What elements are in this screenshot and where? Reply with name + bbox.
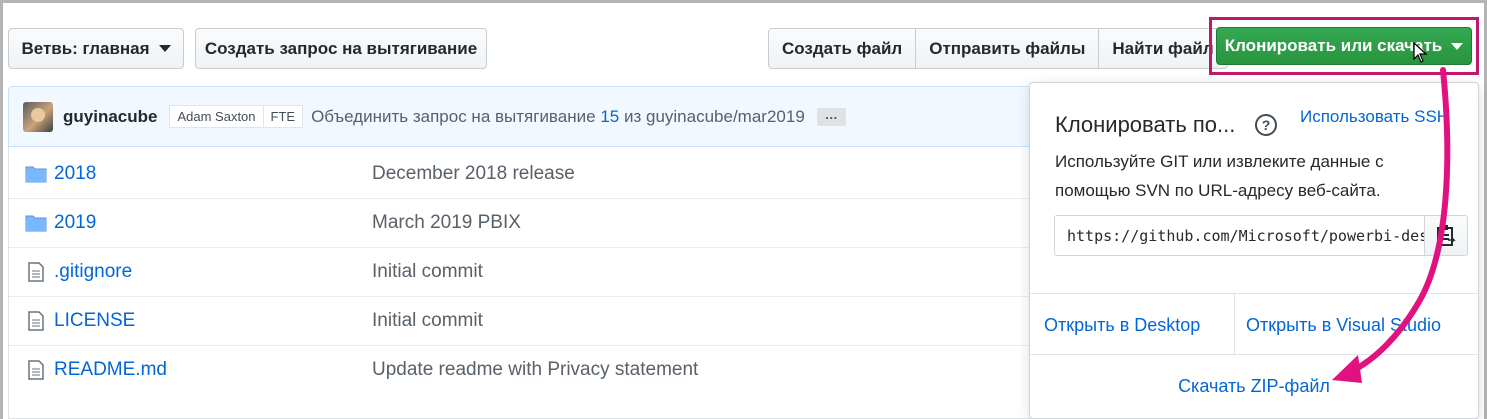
upload-files-button[interactable]: Отправить файлы xyxy=(915,29,1099,68)
open-in-desktop-link[interactable]: Открыть в Desktop xyxy=(1044,315,1200,336)
find-file-button[interactable]: Найти файл xyxy=(1098,29,1227,68)
chevron-down-icon xyxy=(1451,42,1464,50)
mouse-cursor-icon xyxy=(1413,42,1428,63)
file-name-link[interactable]: 2018 xyxy=(54,163,96,185)
fte-tag: FTE xyxy=(263,105,304,128)
divider xyxy=(1234,293,1235,355)
folder-icon xyxy=(25,215,47,232)
file-icon xyxy=(28,360,44,380)
chevron-down-icon xyxy=(158,45,171,52)
open-in-visual-studio-link[interactable]: Открыть в Visual Studio xyxy=(1246,315,1441,336)
coauthor-tag: Adam Saxton xyxy=(169,105,264,128)
copy-url-button[interactable] xyxy=(1424,215,1468,256)
question-icon[interactable]: ? xyxy=(1255,114,1277,136)
clone-download-label: Клонировать или скачать xyxy=(1224,36,1443,55)
file-commit-message[interactable]: December 2018 release xyxy=(372,163,575,185)
file-icon xyxy=(28,262,44,282)
divider xyxy=(1030,293,1478,294)
expand-commit-button[interactable]: … xyxy=(816,107,846,126)
create-file-button[interactable]: Создать файл xyxy=(769,29,916,68)
file-commit-message[interactable]: Initial commit xyxy=(372,310,483,332)
commit-message-from: из xyxy=(623,106,642,126)
file-actions-group: Создать файл Отправить файлы Найти файл xyxy=(768,28,1228,69)
clipboard-icon xyxy=(1437,224,1456,246)
clone-dropdown-panel: Клонировать по... ? Использовать SSH Исп… xyxy=(1029,82,1479,419)
file-name-link[interactable]: LICENSE xyxy=(54,310,135,332)
commit-author[interactable]: guyinacube xyxy=(63,107,157,127)
divider xyxy=(1030,354,1478,355)
clone-url-input[interactable]: https://github.com/Microsoft/powerbi-des… xyxy=(1054,215,1425,256)
commit-message[interactable]: Объединить запрос на вытягивание 15 из g… xyxy=(311,107,805,127)
clone-panel-description: Используйте GIT или извлеките данные с п… xyxy=(1055,152,1384,200)
file-icon xyxy=(28,311,44,331)
new-pull-request-button[interactable]: Создать запрос на вытягивание xyxy=(195,28,487,69)
file-name-link[interactable]: README.md xyxy=(54,359,167,381)
folder-icon xyxy=(25,166,47,182)
find-file-label: Найти файл xyxy=(1112,38,1214,58)
file-commit-message[interactable]: March 2019 PBIX xyxy=(372,212,521,234)
upload-files-label: Отправить файлы xyxy=(929,38,1086,58)
file-name-link[interactable]: 2019 xyxy=(54,212,96,234)
branch-label: Ветвь: главная xyxy=(21,38,150,58)
use-ssh-link[interactable]: Использовать SSH xyxy=(1300,107,1449,127)
commit-message-prefix: Объединить запрос на вытягивание xyxy=(311,106,596,126)
create-file-label: Создать файл xyxy=(782,38,903,58)
file-name-link[interactable]: .gitignore xyxy=(54,261,132,283)
download-zip-link[interactable]: Скачать ZIP-файл xyxy=(1030,376,1478,397)
commit-branch-ref: guyinacube/mar2019 xyxy=(646,106,805,126)
clone-download-button[interactable]: Клонировать или скачать xyxy=(1216,27,1472,65)
pr-number-link[interactable]: 15 xyxy=(600,107,619,126)
branch-select-button[interactable]: Ветвь: главная xyxy=(8,28,184,69)
avatar[interactable] xyxy=(23,101,53,132)
clone-panel-title: Клонировать по... xyxy=(1055,112,1236,137)
file-commit-message[interactable]: Initial commit xyxy=(372,261,483,283)
file-commit-message[interactable]: Update readme with Privacy statement xyxy=(372,359,698,381)
clone-button-highlight: Клонировать или скачать xyxy=(1209,17,1479,75)
new-pull-request-label: Создать запрос на вытягивание xyxy=(204,38,478,58)
